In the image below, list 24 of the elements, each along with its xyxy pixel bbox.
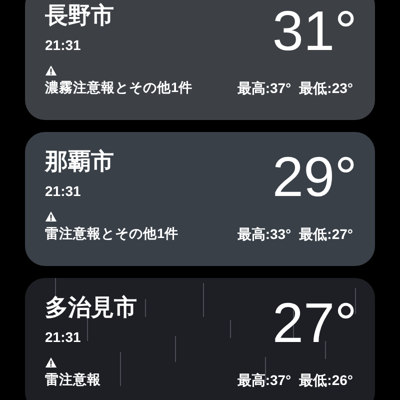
warning-icon [45, 211, 57, 222]
weather-card[interactable]: 多治見市 21:31 27° 雷注意報 最高:37° 最低:26° [25, 278, 375, 400]
time-label: 21:31 [45, 36, 82, 55]
weather-card[interactable]: 那覇市 21:31 29° 雷注意報とその他1件 最高:33° 最低:27° [25, 132, 375, 266]
weather-card[interactable]: 長野市 21:31 31° 濃霧注意報とその他1件 最高:37° 最低:23° [25, 0, 375, 120]
temperature: 29° [272, 149, 357, 205]
alert-text: 濃霧注意報とその他1件 [45, 79, 193, 97]
alert-text: 雷注意報 [45, 371, 101, 389]
city-name: 那覇市 [45, 147, 114, 176]
warning-icon [45, 65, 57, 76]
city-name: 長野市 [45, 1, 114, 30]
low-temperature: 最低:26° [299, 371, 353, 389]
temperature: 31° [272, 3, 357, 59]
low-temperature: 最低:27° [299, 225, 353, 243]
time-label: 21:31 [45, 328, 82, 347]
city-name: 多治見市 [45, 293, 137, 322]
warning-icon [45, 357, 57, 368]
temperature: 27° [272, 295, 357, 351]
high-temperature: 最高:37° [237, 79, 292, 97]
time-label: 21:31 [45, 182, 82, 201]
high-temperature: 最高:37° [237, 371, 292, 389]
low-temperature: 最低:23° [299, 79, 353, 97]
high-temperature: 最高:33° [237, 225, 292, 243]
alert-text: 雷注意報とその他1件 [45, 225, 179, 243]
